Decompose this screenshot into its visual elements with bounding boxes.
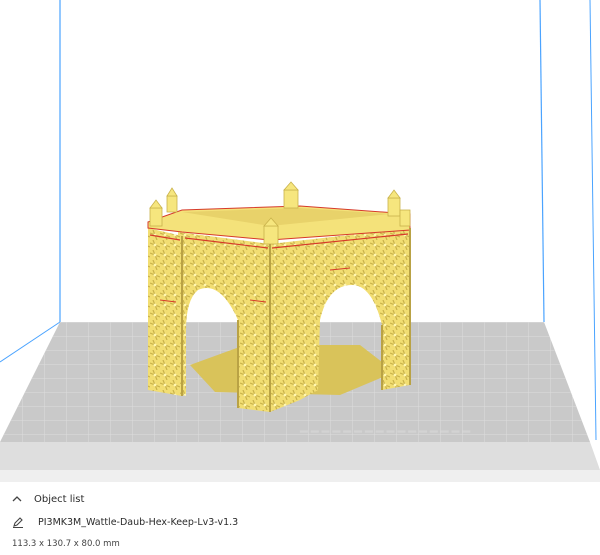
- file-name: PI3MK3M_Wattle-Daub-Hex-Keep-Lv3-v1.3: [38, 516, 239, 528]
- object-list-label: Object list: [34, 493, 85, 505]
- object-list-header[interactable]: Object list: [12, 490, 84, 508]
- pencil-icon[interactable]: [12, 516, 24, 528]
- scene[interactable]: ━━━━━━━━━━━━━━━━: [0, 0, 600, 555]
- object-dimensions: 113.3 x 130.7 x 80.0 mm: [12, 539, 120, 549]
- object-dimensions-row: 113.3 x 130.7 x 80.0 mm: [12, 537, 120, 551]
- svg-text:━━━━━━━━━━━━━━━━: ━━━━━━━━━━━━━━━━: [299, 425, 473, 440]
- object-list-item[interactable]: PI3MK3M_Wattle-Daub-Hex-Keep-Lv3-v1.3: [12, 513, 238, 531]
- 3d-viewport[interactable]: ━━━━━━━━━━━━━━━━: [0, 0, 600, 555]
- object-list-panel: Object list PI3MK3M_Wattle-Daub-Hex-Keep…: [0, 482, 600, 555]
- chevron-up-icon[interactable]: [12, 495, 22, 503]
